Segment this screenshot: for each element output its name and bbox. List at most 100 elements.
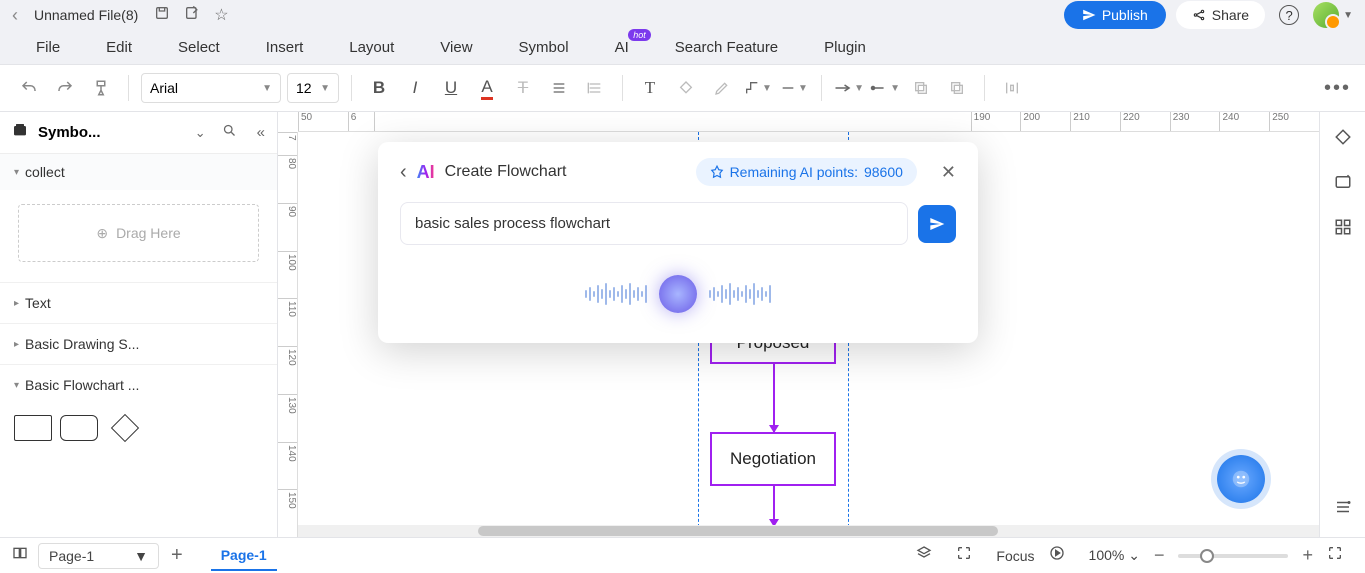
underline-icon[interactable]: U: [436, 73, 466, 103]
shape-rect[interactable]: [14, 415, 52, 441]
zoom-out-button[interactable]: −: [1154, 545, 1165, 566]
flowchart-arrow[interactable]: [773, 364, 775, 432]
ai-back-icon[interactable]: ‹: [400, 161, 407, 184]
export-icon[interactable]: [184, 5, 200, 26]
play-icon[interactable]: [1049, 545, 1065, 566]
zoom-in-button[interactable]: +: [1302, 545, 1313, 566]
menu-view[interactable]: View: [440, 39, 472, 56]
ai-fab-button[interactable]: [1217, 455, 1265, 503]
panel-title: Symbo...: [38, 124, 185, 141]
section-basic-flowchart[interactable]: ▾Basic Flowchart ...: [0, 364, 277, 405]
zoom-label[interactable]: 100% ⌄: [1089, 547, 1140, 564]
collapse-panel-icon[interactable]: «: [257, 124, 265, 141]
pages-icon[interactable]: [12, 545, 28, 566]
back-icon[interactable]: ‹: [12, 5, 18, 26]
help-icon[interactable]: ?: [1279, 5, 1299, 25]
layers-icon[interactable]: [916, 545, 932, 566]
section-text[interactable]: ▸Text: [0, 282, 277, 323]
ai-logo-icon: AI: [417, 162, 435, 183]
flowchart-node-negotiation[interactable]: Negotiation: [710, 432, 836, 486]
fullscreen-icon[interactable]: [1327, 545, 1343, 566]
horizontal-scrollbar[interactable]: [298, 525, 1319, 537]
ai-send-button[interactable]: [918, 205, 956, 243]
undo-icon[interactable]: [14, 73, 44, 103]
ruler-horizontal: 50 6 190 200 210 220 230 240 250: [298, 112, 1319, 132]
left-panel: Symbo... ⌄ « ▾collect ⊕ Drag Here ▸Text …: [0, 112, 278, 537]
star-icon[interactable]: ☆: [214, 5, 228, 25]
menu-edit[interactable]: Edit: [106, 39, 132, 56]
menu-plugin[interactable]: Plugin: [824, 39, 866, 56]
toolbar: Arial▼ 12▼ B I U A T T ▼ ▼ ▼ ▼ •••: [0, 64, 1365, 112]
publish-button[interactable]: Publish: [1064, 1, 1166, 29]
menu-layout[interactable]: Layout: [349, 39, 394, 56]
ai-points-badge[interactable]: Remaining AI points: 98600: [696, 158, 917, 186]
ai-prompt-input[interactable]: [400, 202, 908, 245]
menu-search-feature[interactable]: Search Feature: [675, 39, 778, 56]
shape-rounded[interactable]: [60, 415, 98, 441]
share-button[interactable]: Share: [1176, 1, 1265, 29]
text-tool-icon[interactable]: T: [635, 73, 665, 103]
style-icon[interactable]: [1334, 128, 1352, 151]
library-icon: [12, 122, 28, 143]
arrow-start-icon[interactable]: ▼: [870, 73, 900, 103]
image-icon[interactable]: [1334, 173, 1352, 196]
redo-icon[interactable]: [50, 73, 80, 103]
focus-target-icon[interactable]: [956, 545, 972, 566]
line-style-icon[interactable]: ▼: [779, 73, 809, 103]
font-color-icon[interactable]: A: [472, 73, 502, 103]
grid-icon[interactable]: [1334, 218, 1352, 241]
menu-insert[interactable]: Insert: [266, 39, 304, 56]
fill-icon[interactable]: [671, 73, 701, 103]
avatar-caret-icon[interactable]: ▼: [1343, 10, 1353, 21]
close-icon[interactable]: ✕: [941, 162, 956, 183]
ai-loading-wave: [400, 269, 956, 319]
format-painter-icon[interactable]: [86, 73, 116, 103]
connector-icon[interactable]: ▼: [743, 73, 773, 103]
line-spacing-icon[interactable]: [580, 73, 610, 103]
ruler-vertical: 7 80 90 100 110 120 130 140 150: [278, 132, 298, 537]
bring-front-icon[interactable]: [906, 73, 936, 103]
ai-create-flowchart-panel: ‹ AI Create Flowchart Remaining AI point…: [378, 142, 978, 343]
canvas[interactable]: 50 6 190 200 210 220 230 240 250 7 80 90…: [278, 112, 1319, 537]
settings-list-icon[interactable]: [1334, 498, 1352, 521]
file-name: Unnamed File(8): [34, 7, 138, 23]
share-label: Share: [1212, 7, 1249, 23]
menu-file[interactable]: File: [36, 39, 60, 56]
drag-here-zone[interactable]: ⊕ Drag Here: [18, 204, 259, 262]
font-size-select[interactable]: 12▼: [287, 73, 339, 103]
align-icon[interactable]: [544, 73, 574, 103]
zoom-slider[interactable]: [1178, 554, 1288, 558]
strikethrough-icon[interactable]: T: [508, 73, 538, 103]
distribute-icon[interactable]: [997, 73, 1027, 103]
italic-icon[interactable]: I: [400, 73, 430, 103]
menu-select[interactable]: Select: [178, 39, 220, 56]
pen-icon[interactable]: [707, 73, 737, 103]
section-collect[interactable]: ▾collect: [0, 154, 277, 190]
tab-page-1[interactable]: Page-1: [211, 541, 277, 571]
section-basic-drawing[interactable]: ▸Basic Drawing S...: [0, 323, 277, 364]
plus-icon: ⊕: [96, 225, 108, 242]
shape-palette: [0, 405, 277, 441]
send-back-icon[interactable]: [942, 73, 972, 103]
status-bar: Page-1▼ + Page-1 Focus 100% ⌄ − +: [0, 537, 1365, 573]
more-icon[interactable]: •••: [1324, 77, 1351, 100]
menu-ai[interactable]: AIhot: [615, 39, 629, 56]
arrow-style-icon[interactable]: ▼: [834, 73, 864, 103]
avatar[interactable]: [1313, 2, 1339, 28]
add-page-button[interactable]: +: [171, 544, 183, 567]
search-icon[interactable]: [222, 123, 237, 142]
menu-symbol[interactable]: Symbol: [519, 39, 569, 56]
focus-label[interactable]: Focus: [996, 548, 1034, 564]
ai-orb-icon: [659, 275, 697, 313]
menu-bar: File Edit Select Insert Layout View Symb…: [0, 30, 1365, 64]
page-select[interactable]: Page-1▼: [38, 543, 159, 569]
save-icon[interactable]: [154, 5, 170, 26]
right-toolbar: [1319, 112, 1365, 537]
hot-badge: hot: [628, 29, 651, 41]
expand-chevron-icon[interactable]: ⌄: [195, 125, 206, 141]
flowchart-arrow[interactable]: [773, 486, 775, 526]
bold-icon[interactable]: B: [364, 73, 394, 103]
shape-diamond[interactable]: [111, 414, 139, 442]
font-select[interactable]: Arial▼: [141, 73, 281, 103]
publish-label: Publish: [1102, 7, 1148, 23]
